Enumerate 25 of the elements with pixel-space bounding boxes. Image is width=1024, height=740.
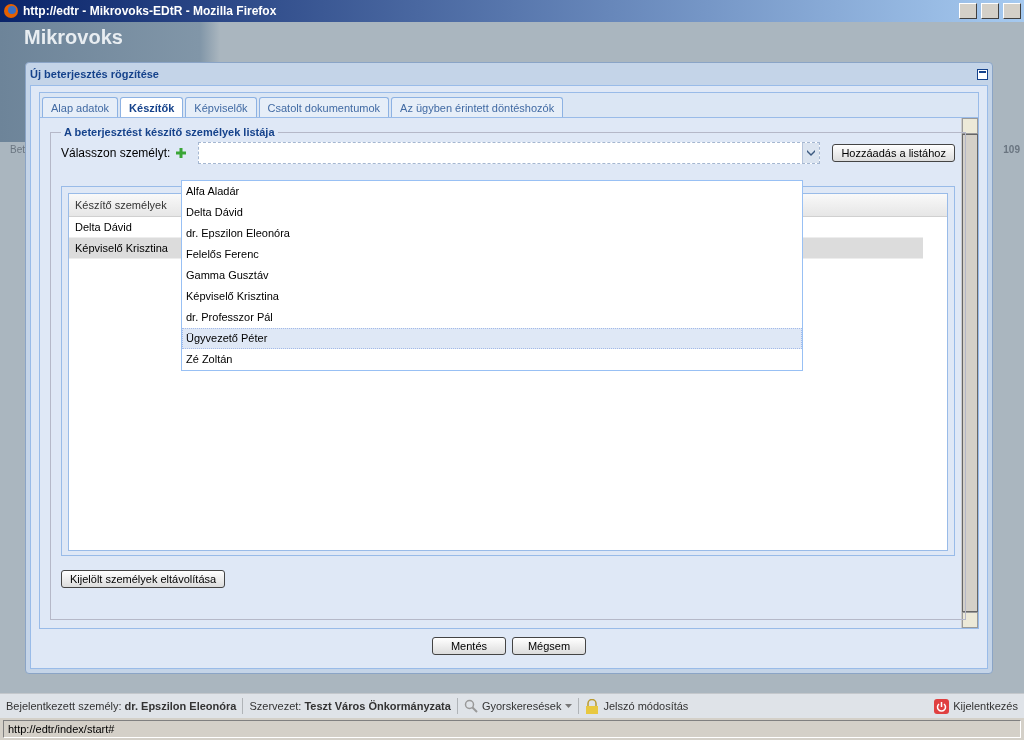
background-text: Bet xyxy=(10,144,25,155)
user-name: dr. Epszilon Eleonóra xyxy=(124,700,237,712)
background-text: 109 xyxy=(1003,144,1020,155)
remove-button[interactable]: Kijelölt személyek eltávolítása xyxy=(61,570,226,588)
org-label: Szervezet: xyxy=(249,700,302,712)
org-name: Teszt Város Önkormányzata xyxy=(304,700,451,712)
quick-search-menu[interactable]: Gyorskeresések xyxy=(463,699,573,713)
fieldset-legend: A beterjesztést készítő személyek listája xyxy=(61,126,278,138)
add-button[interactable]: Hozzáadás a listához xyxy=(832,144,955,162)
tab[interactable]: Az ügyben érintett döntéshozók xyxy=(391,97,564,118)
dropdown-option[interactable]: Ügyvezető Péter xyxy=(182,328,802,349)
logout-link[interactable]: Kijelentkezés xyxy=(934,698,1018,714)
password-link[interactable]: Jelszó módosítás xyxy=(585,698,689,714)
tab[interactable]: Alap adatok xyxy=(42,97,119,118)
tab[interactable]: Képviselők xyxy=(185,97,257,118)
user-label: Bejelentkezett személy: xyxy=(6,700,122,712)
app-logo: Mikrovoks xyxy=(24,26,124,49)
tab[interactable]: Csatolt dokumentumok xyxy=(258,97,390,118)
dialog-button[interactable]: Mentés xyxy=(432,637,506,655)
window-title: http://edtr - Mikrovoks-EDtR - Mozilla Firefox xyxy=(23,4,278,18)
field-label: Válasszon személyt: xyxy=(61,146,171,160)
tab[interactable]: Készítők xyxy=(120,97,184,118)
status-url: http://edtr/index/start# xyxy=(3,720,1021,738)
dialog-button[interactable]: Mégsem xyxy=(512,637,586,655)
dialog-title: Új beterjesztés rögzítése xyxy=(30,68,159,80)
